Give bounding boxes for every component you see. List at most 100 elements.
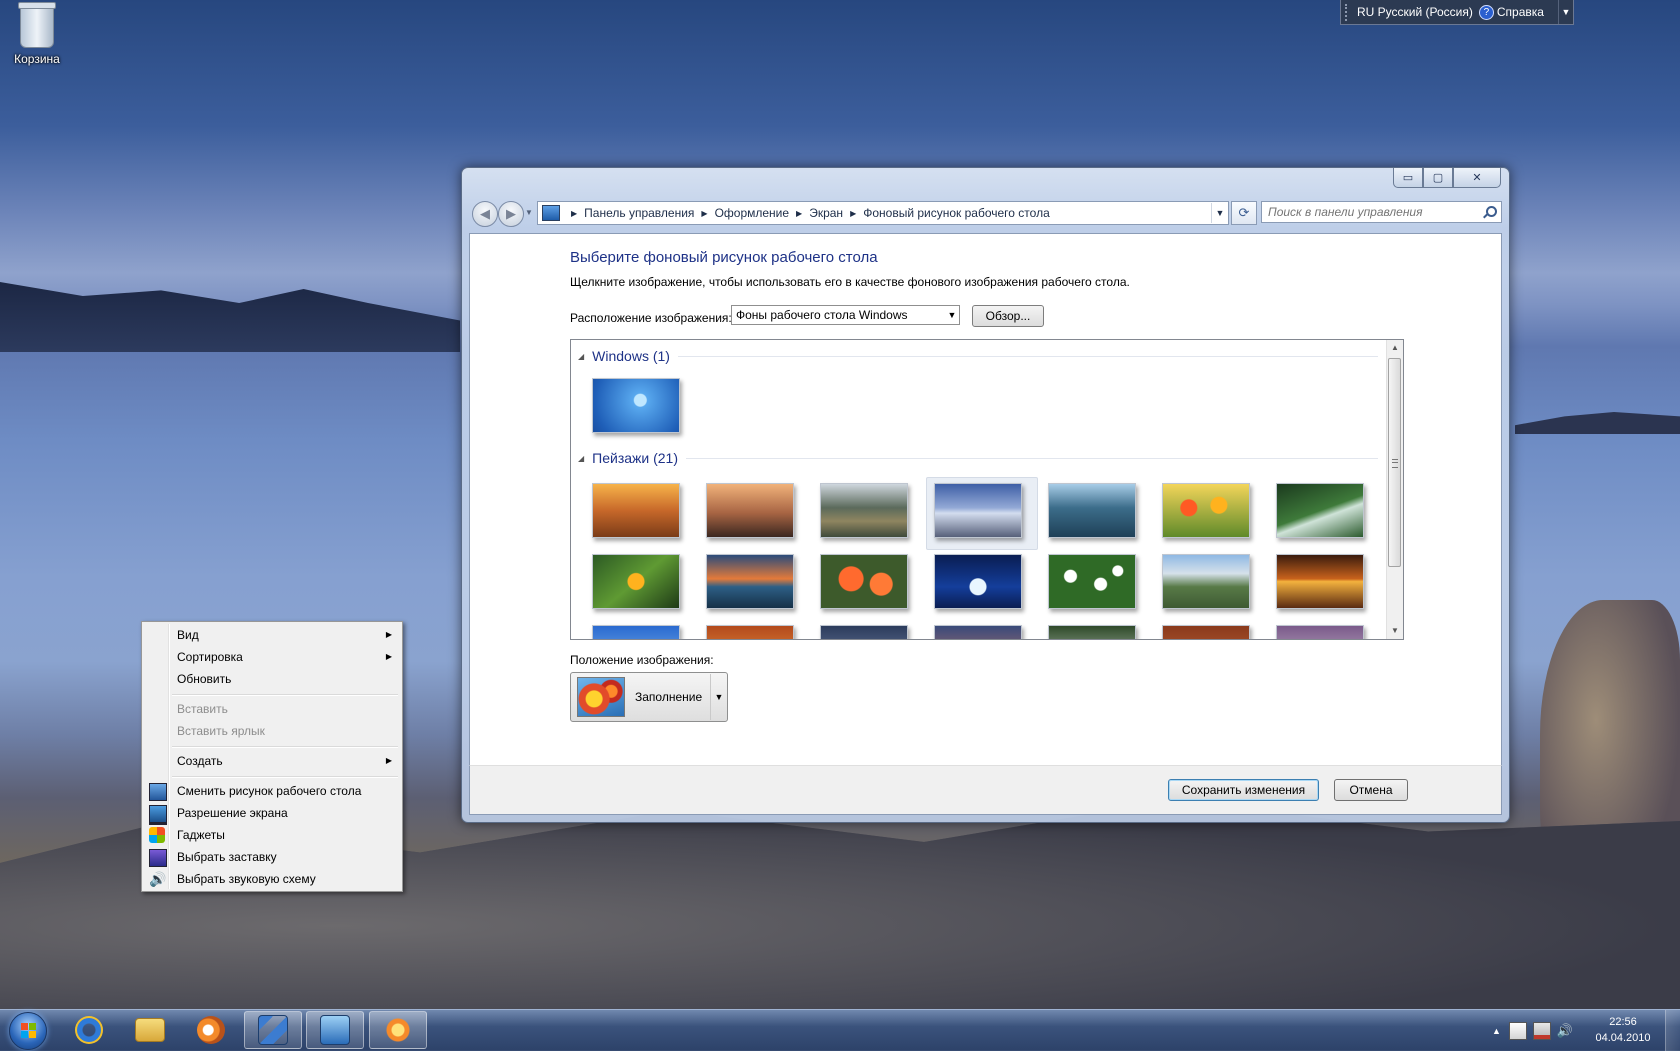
- wallpaper-thumbnail[interactable]: [820, 554, 908, 609]
- screensaver-icon: [149, 849, 167, 867]
- chevron-right-icon[interactable]: ▶: [571, 209, 577, 218]
- breadcrumb-desktop-background[interactable]: Фоновый рисунок рабочего стола: [863, 206, 1050, 220]
- menu-item-view[interactable]: Вид ▶: [144, 624, 400, 646]
- picture-location-label: Расположение изображения:: [570, 311, 732, 325]
- control-panel-icon: [542, 205, 560, 221]
- picture-location-select[interactable]: Фоны рабочего стола Windows ▼: [731, 305, 960, 325]
- wallpaper-thumbnail[interactable]: [934, 625, 1022, 639]
- taskbar-media-player[interactable]: [182, 1011, 240, 1049]
- wallpaper-thumbnail[interactable]: [1048, 554, 1136, 609]
- minimize-button[interactable]: ▭: [1393, 168, 1423, 188]
- address-dropdown-button[interactable]: ▼: [1211, 203, 1228, 223]
- breadcrumb-display[interactable]: Экран: [809, 206, 843, 220]
- wallpaper-thumbnail[interactable]: [1162, 554, 1250, 609]
- wallpaper-thumbnail[interactable]: [1276, 554, 1364, 609]
- wallpaper-thumbnail[interactable]: [934, 483, 1022, 538]
- wallpaper-thumbnail[interactable]: [706, 554, 794, 609]
- taskbar: ▲ 🔊 22:56 04.04.2010: [0, 1009, 1680, 1051]
- menu-item-sort[interactable]: Сортировка ▶: [144, 646, 400, 668]
- wallpaper-thumbnail[interactable]: [934, 554, 1022, 609]
- scrollbar-thumb[interactable]: [1388, 358, 1401, 567]
- window-controls: ▭ ▢ ✕: [1393, 168, 1501, 188]
- taskbar-clock[interactable]: 22:56 04.04.2010: [1590, 1014, 1656, 1046]
- language-bar-options-button[interactable]: ▼: [1558, 0, 1573, 24]
- wallpaper-thumbnail[interactable]: [820, 483, 908, 538]
- taskbar-paint-app[interactable]: [369, 1011, 427, 1049]
- language-bar-grip[interactable]: [1345, 3, 1353, 21]
- wallpaper-thumbnail[interactable]: [1048, 625, 1136, 639]
- menu-item-label: Гаджеты: [177, 828, 225, 842]
- picture-position-select[interactable]: Заполнение ▼: [570, 672, 728, 722]
- address-bar[interactable]: ▶ Панель управления ▶ Оформление ▶ Экран…: [537, 201, 1229, 225]
- wallpaper-thumbnail[interactable]: [1048, 483, 1136, 538]
- desktop-background-icon: [149, 783, 167, 801]
- recent-pages-dropdown[interactable]: ▼: [525, 208, 533, 217]
- help-icon: ?: [1478, 4, 1494, 20]
- save-changes-button[interactable]: Сохранить изменения: [1168, 779, 1319, 801]
- wallpaper-thumbnail[interactable]: [1276, 625, 1364, 639]
- wallpaper-thumbnail[interactable]: [592, 378, 680, 433]
- scroll-down-arrow[interactable]: ▼: [1387, 623, 1403, 639]
- volume-icon[interactable]: 🔊: [1557, 1023, 1573, 1039]
- page-description: Щелкните изображение, чтобы использовать…: [570, 275, 1130, 289]
- refresh-button[interactable]: ⟳: [1231, 201, 1257, 225]
- menu-item-label: Вставить: [177, 702, 228, 716]
- group-header-windows[interactable]: ◢ Windows (1): [578, 348, 1378, 364]
- desktop-icon-recycle-bin[interactable]: Корзина: [8, 2, 66, 66]
- chevron-right-icon[interactable]: ▶: [850, 209, 856, 218]
- menu-item-change-background[interactable]: Сменить рисунок рабочего стола: [144, 780, 400, 802]
- menu-item-screensaver[interactable]: Выбрать заставку: [144, 846, 400, 868]
- search-icon[interactable]: [1483, 206, 1497, 218]
- maximize-button[interactable]: ▢: [1423, 168, 1453, 188]
- picture-location-value: Фоны рабочего стола Windows: [736, 308, 908, 322]
- close-button[interactable]: ✕: [1453, 168, 1501, 188]
- wallpaper-thumbnail[interactable]: [1162, 483, 1250, 538]
- start-button[interactable]: [5, 1010, 51, 1051]
- group-header-landscapes[interactable]: ◢ Пейзажи (21): [578, 450, 1378, 466]
- menu-item-label: Сменить рисунок рабочего стола: [177, 784, 362, 798]
- show-hidden-icons-button[interactable]: ▲: [1492, 1026, 1501, 1036]
- network-icon[interactable]: [1532, 1021, 1551, 1040]
- submenu-arrow-icon: ▶: [385, 630, 392, 639]
- menu-item-paste[interactable]: Вставить: [144, 698, 400, 720]
- taskbar-network-app[interactable]: [244, 1011, 302, 1049]
- chevron-right-icon[interactable]: ▶: [796, 209, 802, 218]
- wallpaper-thumbnail[interactable]: [592, 554, 680, 609]
- taskbar-control-panel[interactable]: [306, 1011, 364, 1049]
- action-center-icon[interactable]: [1508, 1021, 1527, 1040]
- wallpaper-thumbnail[interactable]: [820, 625, 908, 639]
- language-selector[interactable]: RU Русский (Россия): [1357, 5, 1479, 19]
- menu-item-label: Создать: [177, 754, 223, 768]
- wallpaper-thumbnail[interactable]: [1162, 625, 1250, 639]
- back-button[interactable]: ◀: [472, 201, 498, 227]
- menu-item-refresh[interactable]: Обновить: [144, 668, 400, 690]
- scroll-up-arrow[interactable]: ▲: [1387, 340, 1403, 356]
- menu-item-screen-resolution[interactable]: Разрешение экрана: [144, 802, 400, 825]
- wallpaper-thumbnail[interactable]: [1276, 483, 1364, 538]
- help-button[interactable]: Справка: [1497, 5, 1544, 19]
- wallpaper-thumbnail[interactable]: [592, 483, 680, 538]
- breadcrumb-control-panel[interactable]: Панель управления: [584, 206, 694, 220]
- menu-item-gadgets[interactable]: Гаджеты: [144, 824, 400, 846]
- wallpaper-thumbnail[interactable]: [592, 625, 680, 639]
- submenu-arrow-icon: ▶: [385, 756, 392, 765]
- gallery-scrollbar[interactable]: ▲ ▼: [1386, 340, 1403, 639]
- wallpaper-thumbnail[interactable]: [706, 483, 794, 538]
- language-bar[interactable]: RU Русский (Россия) ? Справка ▼: [1340, 0, 1574, 25]
- menu-item-sound-scheme[interactable]: 🔊 Выбрать звуковую схему: [144, 868, 400, 890]
- taskbar-internet-explorer[interactable]: [60, 1011, 118, 1049]
- breadcrumb-appearance[interactable]: Оформление: [715, 206, 789, 220]
- browse-button[interactable]: Обзор...: [972, 305, 1044, 327]
- chevron-right-icon[interactable]: ▶: [701, 209, 707, 218]
- menu-item-new[interactable]: Создать ▶: [144, 750, 400, 772]
- group-title: Пейзажи (21): [592, 450, 679, 466]
- gadgets-icon: [149, 827, 165, 843]
- group-title: Windows (1): [592, 348, 670, 364]
- menu-item-paste-shortcut[interactable]: Вставить ярлык: [144, 720, 400, 742]
- forward-button[interactable]: ▶: [498, 201, 524, 227]
- cancel-button[interactable]: Отмена: [1334, 779, 1408, 801]
- search-input[interactable]: [1262, 204, 1483, 220]
- taskbar-explorer[interactable]: [121, 1011, 179, 1049]
- wallpaper-thumbnail[interactable]: [706, 625, 794, 639]
- show-desktop-button[interactable]: [1665, 1010, 1680, 1051]
